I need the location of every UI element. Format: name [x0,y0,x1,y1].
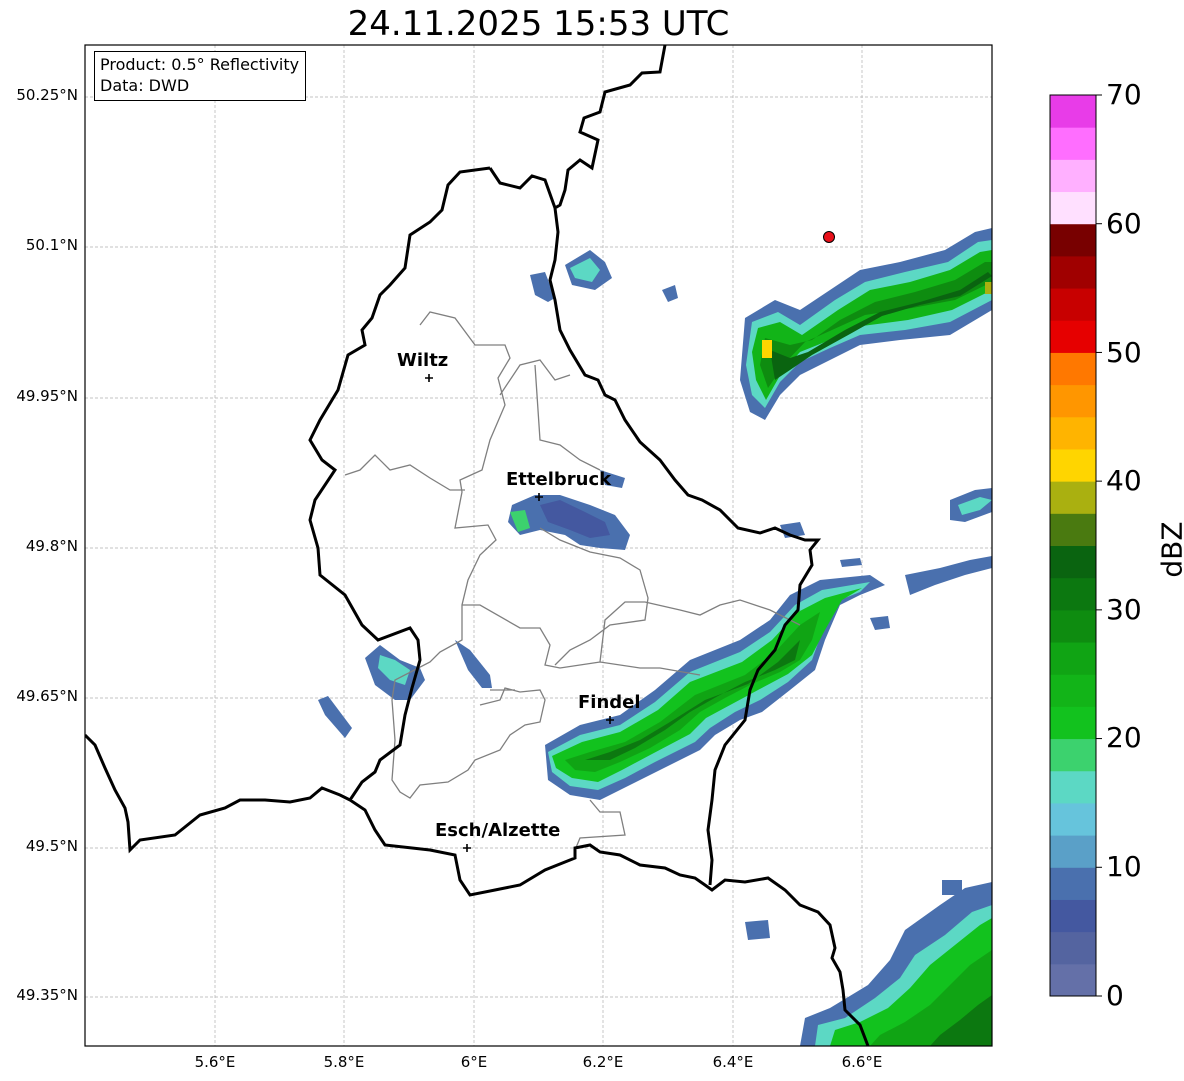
echo-ne-cluster [740,228,992,420]
lon-tick-label: 6°E [460,1053,488,1071]
colorbar-segment [1050,545,1096,579]
colorbar-segment [1050,191,1096,225]
city-marker-esch [463,844,471,852]
colorbar-segment [1050,931,1096,965]
colorbar-segment [1050,513,1096,546]
radar-site-marker [823,231,835,243]
colorbar-segment [1050,416,1096,450]
lat-tick-label: 50.1°N [25,236,78,254]
colorbar-segment [1050,706,1096,740]
colorbar-tick-label: 10 [1106,850,1142,883]
colorbar-segment [1050,288,1096,321]
lon-tick-label: 5.8°E [323,1053,365,1071]
country-border-lux [85,45,870,1046]
lon-tick-label: 6.2°E [582,1053,624,1071]
colorbar-segment [1050,642,1096,675]
colorbar-tick-label: 0 [1106,979,1124,1012]
product-text: Product: 0.5° Reflectivity [100,55,300,74]
colorbar-segment [1050,867,1096,900]
colorbar-segment [1050,802,1096,836]
city-label-wiltz: Wiltz [397,350,449,371]
colorbar-tick-label: 40 [1106,464,1142,497]
city-label-findel: Findel [578,692,641,713]
city-marker-wiltz [425,374,433,382]
lat-tick-label: 49.8°N [25,537,78,555]
colorbar-segment [1050,674,1096,707]
colorbar-segment [1050,577,1096,611]
colorbar-segment [1050,320,1096,353]
product-info-box: Product: 0.5° Reflectivity Data: DWD [94,51,307,101]
colorbar-tick-label: 30 [1106,593,1142,626]
lat-tick-label: 49.35°N [16,986,78,1004]
gridlines [85,45,992,1046]
colorbar-unit-label: dBZ [1155,521,1184,578]
colorbar-tick-label: 20 [1106,721,1142,754]
colorbar-ticks [1096,94,1102,997]
lon-tick-label: 6.4°E [712,1053,754,1071]
lat-tick-label: 49.95°N [16,387,78,405]
city-label-ettelbruck: Ettelbruck [506,469,612,490]
data-source-text: Data: DWD [100,76,190,95]
colorbar-segment [1050,481,1096,514]
echo-south [745,880,992,1046]
lat-tick-label: 50.25°N [16,86,78,104]
colorbar-segment [1050,609,1096,643]
colorbar-tick-label: 50 [1106,336,1142,369]
plot-frame [84,44,993,1047]
colorbar-segment [1050,899,1096,933]
colorbar-tick-label: 60 [1106,207,1142,240]
colorbar-segment [1050,963,1096,997]
colorbar-segment [1050,95,1096,128]
colorbar-segment [1050,835,1096,868]
lon-tick-label: 6.6°E [841,1053,883,1071]
colorbar-segment [1050,770,1096,804]
colorbar-segment [1050,352,1096,386]
colorbar-segment [1050,223,1096,257]
colorbar-segment [1050,448,1096,482]
lat-tick-label: 49.5°N [25,837,78,855]
colorbar-segment [1050,255,1096,289]
colorbar-segment [1050,127,1096,160]
colorbar-segment [1050,738,1096,772]
lon-tick-label: 5.6°E [194,1053,236,1071]
colorbar [1050,95,1096,997]
colorbar-segment [1050,384,1096,418]
radar-map [84,44,1102,1047]
city-label-esch: Esch/Alzette [435,820,561,841]
colorbar-tick-label: 70 [1106,78,1142,111]
lat-tick-label: 49.65°N [16,687,78,705]
colorbar-segment [1050,159,1096,193]
